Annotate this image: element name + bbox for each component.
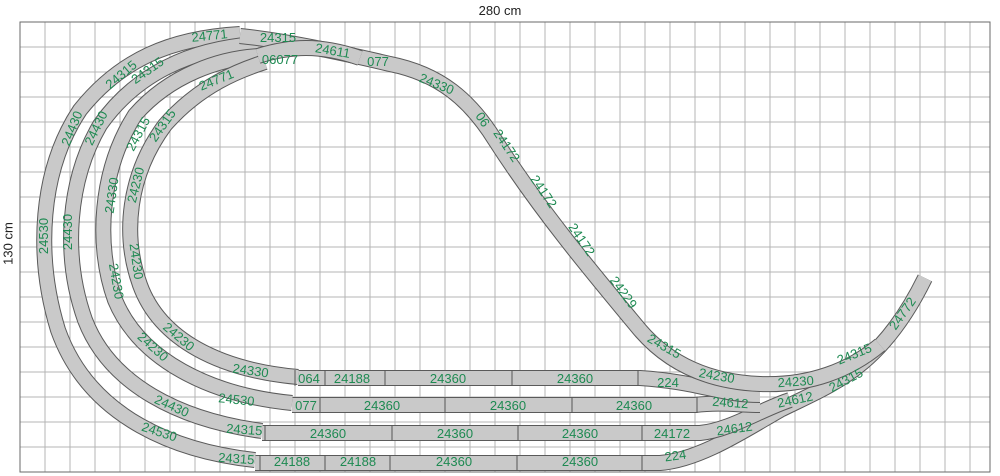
- track-label: 224: [657, 375, 679, 390]
- track-label: 24315: [226, 421, 263, 438]
- track-label: 24172: [654, 426, 690, 441]
- track-label: 224: [664, 447, 688, 465]
- track-label: 24430: [152, 392, 191, 420]
- track-label: 24315: [260, 30, 296, 45]
- track-label: 24430: [60, 214, 75, 250]
- track-label: 24612: [712, 394, 749, 411]
- track-label: 24530: [36, 218, 51, 254]
- track-label: 24360: [562, 426, 598, 441]
- track-label: 24360: [616, 398, 652, 413]
- track-label: 24188: [334, 371, 370, 386]
- track-diagonal-s: [239, 28, 886, 393]
- track-label: 24188: [340, 454, 376, 469]
- track-label: 24315: [218, 450, 255, 467]
- track-label: 24530: [218, 390, 256, 409]
- track-label: 077: [367, 54, 389, 69]
- track-label: 24360: [557, 371, 593, 386]
- track-label: 077: [295, 398, 317, 413]
- track-label: 24230: [777, 373, 814, 390]
- track-label: 064: [298, 371, 320, 386]
- track-label: 24360: [437, 426, 473, 441]
- track-label: 24360: [364, 398, 400, 413]
- track-label: 24360: [436, 454, 472, 469]
- track-label: 24360: [490, 398, 526, 413]
- track-layout-canvas[interactable]: 24771 24315 24611 24315 24315 06077 077 …: [0, 0, 1000, 476]
- track-label: 24330: [232, 361, 270, 381]
- track-label: 24360: [430, 371, 466, 386]
- track-label: 06077: [262, 52, 298, 67]
- track-label: 24360: [310, 426, 346, 441]
- track-label: 24188: [274, 454, 310, 469]
- track-label: 24360: [562, 454, 598, 469]
